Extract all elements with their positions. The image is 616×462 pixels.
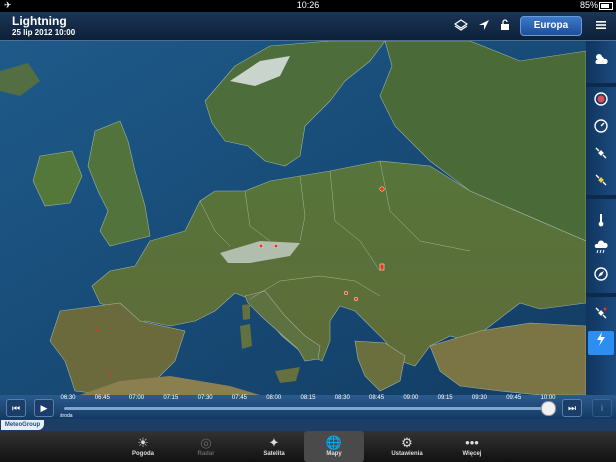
layer-sidebar [586, 41, 616, 395]
timeline-tick: 07:45 [231, 395, 247, 401]
meteogroup-logo: MeteoGroup [1, 420, 44, 430]
info-button[interactable]: i [592, 399, 612, 417]
sidebar-divider [586, 293, 616, 297]
radar-icon: ◎ [200, 435, 212, 450]
timeline-tick: 09:15 [437, 395, 453, 401]
sun-cloud-icon: ☀ [137, 435, 149, 450]
region-button[interactable]: Europa [520, 16, 582, 36]
tab-ustawienia[interactable]: ⚙ Ustawienia [377, 431, 437, 462]
tab-satelita[interactable]: ✦ Satelita [244, 431, 304, 462]
battery-percent: 85% [579, 0, 598, 10]
location-arrow-icon[interactable] [477, 18, 491, 32]
page-subtitle: 25 lip 2012 10:00 [12, 28, 76, 37]
tab-mapy[interactable]: 🌐 Mapy [304, 431, 364, 462]
play-button[interactable]: ▶ [34, 399, 54, 417]
timeline-thumb[interactable] [541, 401, 556, 416]
timeline-tick: 08:45 [369, 395, 385, 401]
timeline-tick: 08:30 [334, 395, 350, 401]
gauge-icon[interactable] [588, 118, 614, 142]
timeline-tick: 07:00 [129, 395, 145, 401]
tab-więcej[interactable]: ••• Więcej [442, 431, 502, 462]
layers-icon[interactable] [453, 18, 469, 32]
timeline-tick: 07:15 [163, 395, 179, 401]
timeline-tick: 06:30 [60, 395, 76, 401]
rain-cloud-icon[interactable] [588, 239, 614, 263]
more-dots-icon: ••• [465, 435, 479, 450]
timeline-tick: 09:30 [471, 395, 487, 401]
page-title: Lightning [12, 14, 67, 28]
tab-label: Więcej [462, 451, 482, 457]
tab-label: Pogoda [132, 451, 154, 457]
sidebar-divider [586, 83, 616, 87]
globe-icon: 🌐 [325, 435, 343, 450]
lock-icon[interactable] [498, 18, 512, 32]
rewind-button[interactable]: ⏮ [6, 399, 26, 417]
timeline-tick: 08:15 [300, 395, 316, 401]
timeline-bar: ⏮ ▶ 06:30 06:45 07:00 07:15 07:30 07:45 08:00 0… [0, 395, 616, 419]
timeline-tick: 07:30 [197, 395, 213, 401]
brand-bar: MeteoGroup [0, 419, 616, 431]
timeline-tick: 09:00 [403, 395, 419, 401]
forward-button[interactable]: ⏭ [562, 399, 582, 417]
tab-label: Ustawienia [391, 451, 423, 457]
satellite-color-icon[interactable] [588, 172, 614, 196]
tab-label: Satelita [263, 451, 285, 457]
timeline-track[interactable] [64, 407, 548, 410]
lightning-icon[interactable] [588, 331, 614, 355]
satellite-dish-icon[interactable] [588, 305, 614, 329]
tab-radar[interactable]: ◎ Radar [176, 431, 236, 462]
status-bar: ✈ 10:26 85% [0, 0, 616, 12]
timeline-tick: 06:45 [94, 395, 110, 401]
status-time: 10:26 [296, 0, 320, 10]
europe-map-svg [0, 41, 586, 395]
satellite-icon: ✦ [268, 435, 280, 450]
header: Lightning 25 lip 2012 10:00 Europa [0, 12, 616, 41]
thermometer-icon[interactable] [588, 212, 614, 236]
lightning-map[interactable] [0, 41, 586, 395]
timeline-tick: 09:45 [506, 395, 522, 401]
satellite-icon[interactable] [588, 145, 614, 169]
gear-icon: ⚙ [401, 435, 413, 450]
timeline-tick: 08:00 [266, 395, 282, 401]
tab-label: Radar [197, 451, 215, 457]
battery-icon [599, 2, 613, 10]
tab-label: Mapy [326, 451, 342, 457]
tab-bar: ☀ Pogoda ◎ Radar ✦ Satelita 🌐 Mapy ⚙ Ustawienia ••… [0, 431, 616, 462]
menu-icon[interactable] [594, 18, 608, 32]
sun-cloud-icon[interactable] [588, 51, 614, 75]
compass-icon[interactable] [588, 266, 614, 290]
tab-pogoda[interactable]: ☀ Pogoda [113, 431, 173, 462]
color-wheel-icon[interactable] [588, 91, 614, 115]
